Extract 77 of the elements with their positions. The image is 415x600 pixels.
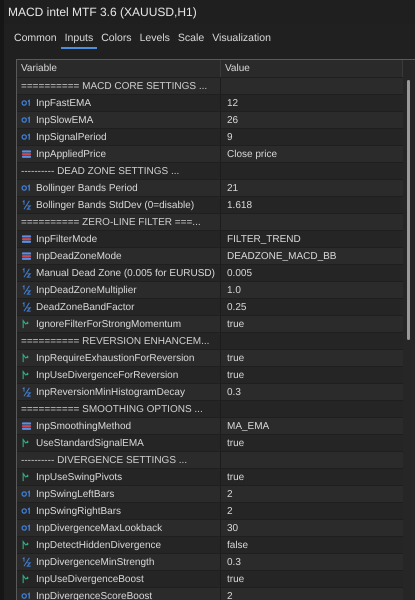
value-text[interactable]: 0.3 [227,386,241,398]
value-text[interactable]: 2 [227,590,233,600]
tab[interactable]: Common [10,29,61,49]
variable-name: InpDivergenceMinStrength [36,556,154,568]
value-text[interactable]: 0.25 [227,302,246,312]
number-icon [21,183,32,193]
value-text[interactable]: 30 [227,522,238,534]
value-text[interactable]: true [227,370,244,380]
list-icon [21,149,32,159]
value-text[interactable]: FILTER_TREND [227,234,301,244]
variable-name: Manual Dead Zone (0.005 for EURUSD) [36,268,215,278]
fraction-icon [21,387,32,397]
value-text[interactable]: 12 [227,98,238,108]
variable-name: InpSwingRightBars [36,506,122,516]
variable-name: InpRequireExhaustionForReversion [36,352,194,364]
variable-name: InpUseDivergenceForReversion [36,370,178,380]
variable-name: InpUseSwingPivots [36,472,122,482]
variable-name: InpUseDivergenceBoost [36,574,144,584]
value-text[interactable]: MA_EMA [227,420,270,432]
fraction-icon [21,285,32,295]
value-text[interactable]: true [227,438,244,448]
number-icon [21,489,32,499]
variable-name: InpDivergenceMaxLookback [36,522,162,534]
tab[interactable]: Levels [136,29,174,49]
variable-name: InpDeadZoneMultiplier [36,284,137,296]
value-text[interactable]: 2 [227,506,233,516]
number-icon [21,591,32,600]
variable-name: InpFastEMA [36,98,92,108]
variable-name: DeadZoneBandFactor [36,302,134,312]
fraction-icon [21,200,32,210]
value-text[interactable]: true [227,472,244,482]
value-text[interactable]: false [227,540,248,550]
column-header[interactable]: Value [221,60,403,77]
window-title: MACD intel MTF 3.6 (XAUUSD,H1) [8,5,197,19]
variable-name: Bollinger Bands StdDev (0=disable) [36,200,194,210]
number-icon [21,132,32,142]
variable-name: InpSignalPeriod [36,132,107,142]
value-text[interactable]: 1.618 [227,200,252,210]
tab[interactable]: Inputs [60,29,98,49]
number-icon [21,506,32,516]
scrollbar-thumb[interactable] [407,80,410,340]
variable-name: InpAppliedPrice [36,148,106,160]
variable-name: InpFilterMode [36,234,98,244]
value-text[interactable]: 2 [227,488,233,500]
value-text[interactable]: 21 [227,182,238,194]
variable-name: InpReversionMinHistogramDecay [36,386,185,398]
value-text[interactable]: DEADZONE_MACD_BB [227,250,336,262]
value-text[interactable]: true [227,318,244,330]
fraction-icon [21,302,32,312]
fraction-icon [21,268,32,278]
number-icon [21,523,32,533]
variable-name: IgnoreFilterForStrongMomentum [36,318,182,330]
value-text[interactable]: true [227,574,244,584]
tab[interactable]: Colors [97,29,136,49]
value-text[interactable]: Close price [227,148,278,160]
value-text[interactable]: 1.0 [227,284,241,296]
tab[interactable]: Scale [174,29,208,49]
column-header[interactable]: Variable [17,60,221,77]
variable-name: InpSlowEMA [36,114,94,126]
variable-name: InpDeadZoneMode [36,250,122,262]
variable-name: InpDetectHiddenDivergence [36,540,162,550]
value-text[interactable]: true [227,352,244,364]
variable-name: Bollinger Bands Period [36,182,138,194]
tab[interactable]: Visualization [208,29,275,49]
value-text[interactable]: 0.3 [227,556,241,568]
fraction-icon [21,557,32,567]
variable-name: InpSwingLeftBars [36,488,114,500]
number-icon [21,115,32,125]
list-icon [21,234,32,244]
value-text[interactable]: 9 [227,132,233,142]
value-text[interactable]: 0.005 [227,268,252,278]
list-icon [21,251,32,261]
variable-name: InpSmoothingMethod [36,420,132,432]
value-text[interactable]: 26 [227,114,238,126]
variable-name: UseStandardSignalEMA [36,438,144,448]
number-icon [21,98,32,108]
list-icon [21,421,32,431]
